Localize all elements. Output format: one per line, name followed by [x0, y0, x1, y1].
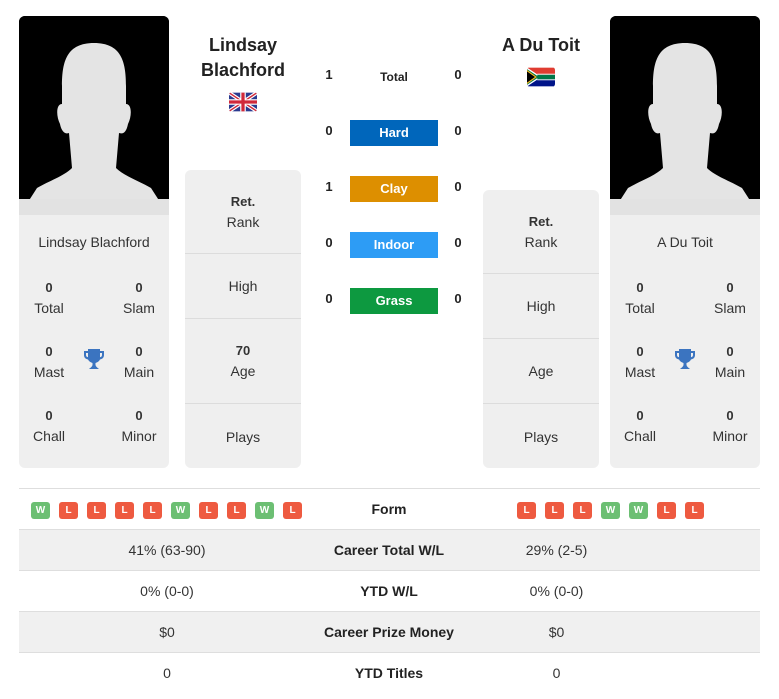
form-loss-badge[interactable]: L	[143, 501, 162, 519]
career-wl-row: 41% (63-90) Career Total W/L 29% (2-5)	[19, 529, 760, 570]
player1-career-wl: 41% (63-90)	[128, 542, 206, 558]
surface-indoor: Indoor	[350, 232, 438, 258]
h2h-clay-player1: 1	[325, 179, 333, 194]
player2-header-name[interactable]: A Du Toit	[483, 33, 599, 58]
form-label: Form	[371, 501, 407, 517]
ytd-titles-row: 0 YTD Titles 0	[19, 652, 760, 693]
career-wl-label: Career Total W/L	[333, 542, 445, 558]
prize-money-row: $0 Career Prize Money $0	[19, 611, 760, 652]
ytd-titles-label: YTD Titles	[354, 665, 424, 681]
surface-clay: Clay	[350, 176, 438, 202]
player1-high: High	[185, 254, 301, 319]
form-loss-badge[interactable]: L	[517, 501, 536, 519]
player1-ytd-titles: 0	[163, 665, 171, 681]
player2-rank-card: Ret. Rank High Age Plays	[483, 190, 599, 468]
player1-plays: Plays	[225, 428, 261, 445]
player-silhouette-icon	[19, 16, 169, 215]
player1-name: Lindsay Blachford	[38, 234, 150, 250]
player2-titles-total: 0 Total	[625, 280, 655, 316]
player2-titles-chall: 0 Chall	[624, 408, 656, 444]
player1-ytd-wl: 0% (0-0)	[140, 583, 194, 599]
form-row: WLLLLWLLWL Form LLLWWLL	[19, 488, 760, 529]
player2-high: High	[483, 274, 599, 339]
player2-form: LLLWWLL	[463, 489, 760, 529]
surface-hard: Hard	[350, 120, 438, 146]
surface-grass: Grass	[350, 288, 438, 314]
player1-photo	[19, 16, 169, 215]
player2-titles-mast: 0 Mast	[624, 344, 656, 380]
ytd-wl-row: 0% (0-0) YTD W/L 0% (0-0)	[19, 570, 760, 611]
form-loss-badge[interactable]: L	[227, 501, 246, 519]
form-win-badge[interactable]: W	[255, 501, 274, 519]
trophy-icon	[84, 349, 104, 369]
player1-rank: Ret. Rank	[185, 170, 301, 254]
surface-total: Total	[380, 70, 408, 84]
h2h-grass-player2: 0	[454, 291, 462, 306]
player1-titles-total: 0 Total	[34, 280, 64, 316]
player1-header-name[interactable]: Lindsay Blachford	[185, 33, 301, 83]
player1-age: 70 Age	[185, 319, 301, 404]
player2-rank: Ret. Rank	[483, 190, 599, 274]
player1-card: Lindsay Blachford 0 Total 0 Slam 0 Mast …	[19, 16, 169, 468]
form-loss-badge[interactable]: L	[199, 501, 218, 519]
player2-prize-money: $0	[548, 624, 565, 640]
player1-titles-chall: 0 Chall	[33, 408, 65, 444]
player1-prize-money: $0	[159, 624, 175, 640]
form-loss-badge[interactable]: L	[59, 501, 78, 519]
player1-titles-minor: 0 Minor	[121, 408, 157, 444]
player2-plays: Plays	[523, 428, 559, 445]
form-win-badge[interactable]: W	[601, 501, 620, 519]
player1-titles-mast: 0 Mast	[33, 344, 65, 380]
h2h-clay-player2: 0	[454, 179, 462, 194]
ytd-wl-label: YTD W/L	[360, 583, 418, 599]
player2-age: Age	[483, 339, 599, 404]
uk-flag-icon	[229, 92, 257, 112]
h2h-hard-player1: 0	[325, 123, 333, 138]
form-win-badge[interactable]: W	[629, 501, 648, 519]
h2h-indoor-player1: 0	[325, 235, 333, 250]
player2-ytd-titles: 0	[552, 665, 561, 681]
player2-titles-slam: 0 Slam	[714, 280, 746, 316]
form-loss-badge[interactable]: L	[115, 501, 134, 519]
player1-form: WLLLLWLLWL	[19, 489, 315, 529]
h2h-total-player2: 0	[454, 67, 462, 82]
form-loss-badge[interactable]: L	[573, 501, 592, 519]
form-loss-badge[interactable]: L	[657, 501, 676, 519]
player2-ytd-wl: 0% (0-0)	[529, 583, 584, 599]
south-africa-flag-icon	[527, 67, 555, 87]
h2h-indoor-player2: 0	[454, 235, 462, 250]
h2h-grass-player1: 0	[325, 291, 333, 306]
form-loss-badge[interactable]: L	[87, 501, 106, 519]
form-win-badge[interactable]: W	[171, 501, 190, 519]
form-loss-badge[interactable]: L	[283, 501, 302, 519]
player1-titles-main: 0 Main	[123, 344, 155, 380]
player2-titles-minor: 0 Minor	[712, 408, 748, 444]
player2-career-wl: 29% (2-5)	[525, 542, 588, 558]
player1-rank-card: Ret. Rank High 70 Age Plays	[185, 170, 301, 468]
player2-titles-main: 0 Main	[714, 344, 746, 380]
player2-card: A Du Toit 0 Total 0 Slam 0 Mast 0 Main 0…	[610, 16, 760, 468]
player-silhouette-icon	[610, 16, 760, 215]
h2h-total-player1: 1	[325, 67, 333, 82]
form-win-badge[interactable]: W	[31, 501, 50, 519]
trophy-icon	[675, 349, 695, 369]
player2-photo	[610, 16, 760, 215]
h2h-hard-player2: 0	[454, 123, 462, 138]
player1-titles-slam: 0 Slam	[123, 280, 155, 316]
prize-money-label: Career Prize Money	[324, 624, 454, 640]
form-loss-badge[interactable]: L	[685, 501, 704, 519]
form-loss-badge[interactable]: L	[545, 501, 564, 519]
player2-name: A Du Toit	[657, 234, 713, 250]
